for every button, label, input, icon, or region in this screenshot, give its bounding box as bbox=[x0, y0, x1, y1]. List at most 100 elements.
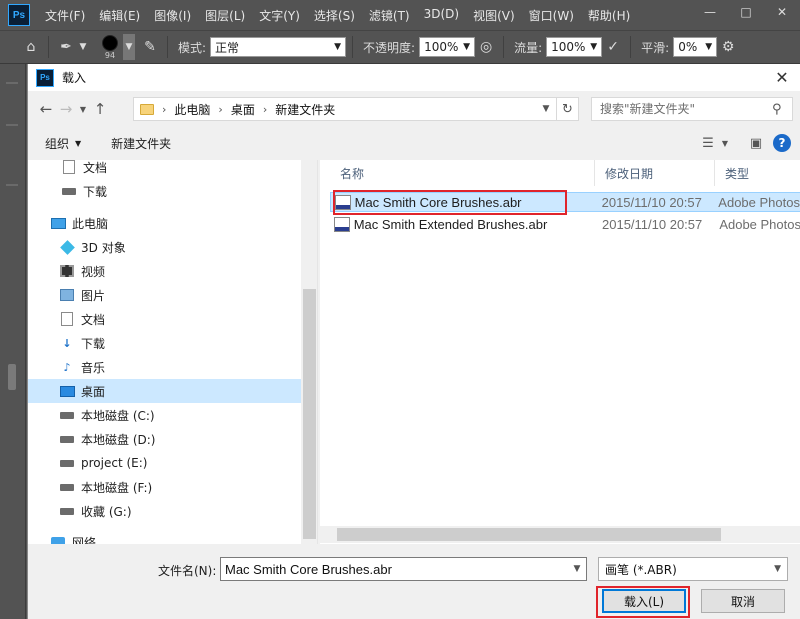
mode-label: 模式: bbox=[178, 40, 207, 55]
up-arrow-icon[interactable]: ↑ bbox=[90, 98, 110, 120]
minimize-icon[interactable]: — bbox=[692, 0, 728, 24]
search-icon[interactable]: ⚲ bbox=[772, 102, 792, 117]
command-bar: 组织 ▼ 新建文件夹 ☰ ▼ ▣ ? bbox=[28, 130, 800, 156]
scrollbar-thumb[interactable] bbox=[337, 528, 721, 541]
menu-edit[interactable]: 编辑(E) bbox=[92, 7, 147, 24]
chevron-down-icon[interactable]: ▼ bbox=[568, 564, 586, 574]
filename-input[interactable] bbox=[221, 561, 568, 577]
toolbar-scrollbar[interactable] bbox=[8, 364, 16, 390]
filetype-select[interactable]: 画笔 (*.ABR) ▼ bbox=[598, 557, 788, 581]
chevron-down-icon[interactable]: ▼ bbox=[719, 134, 731, 152]
breadcrumb-desktop[interactable]: 桌面 bbox=[231, 101, 255, 118]
smoothing-input[interactable]: 0% ▼ bbox=[673, 37, 718, 57]
nav-item-drive-c[interactable]: 本地磁盘 (C:) bbox=[28, 403, 301, 427]
nav-item-drive-e[interactable]: project (E:) bbox=[28, 451, 301, 475]
tool-grip bbox=[6, 82, 18, 84]
maximize-icon[interactable]: □ bbox=[728, 0, 764, 24]
menu-select[interactable]: 选择(S) bbox=[307, 7, 362, 24]
menu-filter[interactable]: 滤镜(T) bbox=[362, 7, 417, 24]
brush-preset-picker[interactable]: 94 bbox=[97, 32, 123, 62]
menu-help[interactable]: 帮助(H) bbox=[581, 7, 637, 24]
desktop-icon bbox=[59, 384, 75, 398]
highlight-box bbox=[333, 190, 567, 215]
home-icon[interactable]: ⌂ bbox=[20, 36, 42, 58]
nav-item-videos[interactable]: 视频 bbox=[28, 259, 301, 283]
brush-size-value: 94 bbox=[104, 50, 116, 60]
search-input[interactable] bbox=[592, 102, 772, 116]
navigation-pane: 文档 下载 此电脑 3D 对象 视频 图片 文档 ↓ 下载 ♪ 音乐 桌面 本地… bbox=[28, 160, 318, 544]
airbrush-icon[interactable]: ✓ bbox=[602, 36, 624, 58]
photoshop-logo-icon: Ps bbox=[36, 68, 54, 87]
column-name[interactable]: ^ 名称 bbox=[320, 160, 595, 186]
chevron-down-icon[interactable]: ▼ bbox=[77, 36, 89, 58]
nav-item-drive-f[interactable]: 本地磁盘 (F:) bbox=[28, 475, 301, 499]
recent-locations-icon[interactable]: ▼ bbox=[76, 98, 90, 120]
menu-layer[interactable]: 图层(L) bbox=[198, 7, 252, 24]
column-modified[interactable]: 修改日期 bbox=[595, 160, 715, 186]
close-window-icon[interactable]: ✕ bbox=[764, 0, 800, 24]
nav-item-downloads[interactable]: ↓ 下载 bbox=[28, 331, 301, 355]
menu-image[interactable]: 图像(I) bbox=[147, 7, 198, 24]
forward-arrow-icon[interactable]: → bbox=[56, 98, 76, 120]
menu-3d[interactable]: 3D(D) bbox=[417, 7, 466, 24]
help-icon[interactable]: ? bbox=[773, 134, 791, 152]
nav-item-documents[interactable]: 文档 bbox=[28, 160, 301, 179]
file-list-scrollbar[interactable] bbox=[320, 526, 800, 543]
opacity-value: 100% bbox=[424, 40, 459, 54]
preview-pane-icon[interactable]: ▣ bbox=[745, 134, 767, 152]
dialog-buttons: 载入(L) 取消 bbox=[28, 586, 800, 618]
chevron-down-icon: ▼ bbox=[590, 42, 598, 52]
menu-type[interactable]: 文字(Y) bbox=[252, 7, 307, 24]
drive-icon bbox=[59, 480, 75, 494]
menu-window[interactable]: 窗口(W) bbox=[522, 7, 581, 24]
file-row[interactable]: Mac Smith Extended Brushes.abr 2015/11/1… bbox=[330, 214, 800, 234]
brush-panel-toggle[interactable]: ▼ bbox=[123, 34, 135, 60]
menu-file[interactable]: 文件(F) bbox=[38, 7, 92, 24]
nav-item-desktop[interactable]: 桌面 bbox=[28, 379, 301, 403]
address-bar[interactable]: › 此电脑 › 桌面 › 新建文件夹 ▼ ↻ bbox=[133, 97, 579, 121]
back-arrow-icon[interactable]: ← bbox=[36, 98, 56, 120]
smoothing-options-icon[interactable]: ⚙ bbox=[717, 36, 739, 58]
menu-view[interactable]: 视图(V) bbox=[466, 7, 522, 24]
nav-item-music[interactable]: ♪ 音乐 bbox=[28, 355, 301, 379]
nav-item-pictures[interactable]: 图片 bbox=[28, 283, 301, 307]
breadcrumb-this-pc[interactable]: 此电脑 bbox=[174, 101, 210, 118]
view-options-icon[interactable]: ☰ bbox=[697, 134, 719, 152]
column-type[interactable]: 类型 bbox=[715, 160, 800, 186]
opacity-input[interactable]: 100% ▼ bbox=[419, 37, 476, 57]
column-type-label: 类型 bbox=[725, 166, 750, 181]
pressure-opacity-icon[interactable]: ◎ bbox=[475, 36, 497, 58]
organize-button[interactable]: 组织 ▼ bbox=[45, 135, 81, 152]
nav-item-3d-objects[interactable]: 3D 对象 bbox=[28, 235, 301, 259]
cancel-button[interactable]: 取消 bbox=[701, 589, 785, 613]
nav-item-drive-d[interactable]: 本地磁盘 (D:) bbox=[28, 427, 301, 451]
photoshop-menubar: Ps 文件(F) 编辑(E) 图像(I) 图层(L) 文字(Y) 选择(S) 滤… bbox=[0, 0, 800, 30]
chevron-right-icon: › bbox=[262, 102, 268, 116]
brush-tool-icon[interactable]: ✒ bbox=[55, 36, 77, 58]
nav-item-this-pc[interactable]: 此电脑 bbox=[28, 211, 301, 235]
nav-item-drive-g[interactable]: 收藏 (G:) bbox=[28, 499, 301, 523]
nav-item-downloads[interactable]: 下载 bbox=[28, 179, 301, 203]
close-icon[interactable]: ✕ bbox=[770, 67, 794, 87]
chevron-down-icon: ▼ bbox=[705, 42, 713, 52]
drive-icon bbox=[59, 408, 75, 422]
nav-item-network[interactable]: 网络 bbox=[28, 530, 301, 544]
sort-up-icon: ^ bbox=[444, 160, 452, 167]
file-list: ^ 名称 修改日期 类型 Mac Smith Core Brushes.abr … bbox=[320, 160, 800, 544]
video-icon bbox=[59, 264, 75, 278]
mode-value: 正常 bbox=[215, 40, 240, 55]
nav-scrollbar[interactable] bbox=[301, 160, 317, 544]
mode-select[interactable]: 正常 ▼ bbox=[210, 37, 347, 57]
new-folder-button[interactable]: 新建文件夹 bbox=[111, 135, 171, 152]
scrollbar-thumb[interactable] bbox=[303, 289, 316, 539]
breadcrumb: › 此电脑 › 桌面 › 新建文件夹 bbox=[160, 101, 335, 118]
flow-value: 100% bbox=[551, 40, 586, 54]
refresh-icon[interactable]: ↻ bbox=[556, 98, 578, 120]
nav-item-label: 下载 bbox=[83, 184, 108, 199]
breadcrumb-new-folder[interactable]: 新建文件夹 bbox=[275, 101, 335, 118]
flow-input[interactable]: 100% ▼ bbox=[546, 37, 603, 57]
brush-settings-icon[interactable]: ✎ bbox=[139, 36, 161, 58]
column-name-label: 名称 bbox=[340, 166, 365, 181]
chevron-down-icon[interactable]: ▼ bbox=[538, 101, 554, 117]
nav-item-documents[interactable]: 文档 bbox=[28, 307, 301, 331]
